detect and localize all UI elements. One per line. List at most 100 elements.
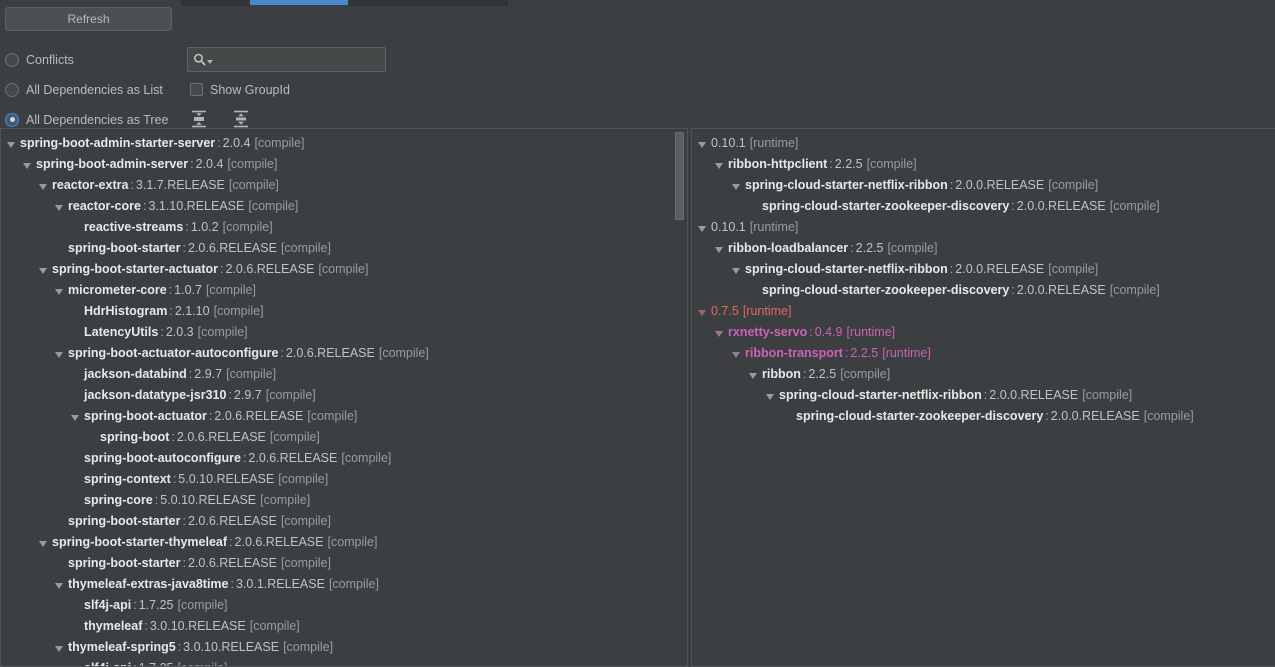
expand-triangle-icon[interactable] (23, 162, 31, 169)
tree-row[interactable]: spring-boot-starter : 2.0.6.RELEASE [comp… (1, 553, 687, 574)
tree-row[interactable]: spring-cloud-starter-netflix-ribbon : 2.… (692, 259, 1275, 280)
artifact-version: 0.10.1 (711, 220, 746, 234)
tree-row[interactable]: rxnetty-servo : 0.4.9 [runtime] (692, 322, 1275, 343)
radio-option-all-dependencies-as-tree[interactable]: All Dependencies as Tree (5, 109, 168, 130)
artifact-separator: : (168, 283, 173, 297)
left-tree-scrollbar-thumb[interactable] (675, 132, 684, 220)
tree-row[interactable]: spring-boot-autoconfigure : 2.0.6.RELEAS… (1, 448, 687, 469)
tree-row[interactable]: thymeleaf-extras-java8time : 3.0.1.RELEA… (1, 574, 687, 595)
expand-triangle-icon[interactable] (55, 582, 63, 589)
expand-triangle-icon[interactable] (55, 645, 63, 652)
artifact-version: 2.0.3 (165, 325, 194, 339)
expand-triangle-icon[interactable] (698, 141, 706, 148)
tree-row[interactable]: spring-boot-starter : 2.0.6.RELEASE [comp… (1, 238, 687, 259)
tree-row[interactable]: spring-context : 5.0.10.RELEASE [compile] (1, 469, 687, 490)
artifact-name: spring-cloud-starter-zookeeper-discovery (762, 199, 1010, 213)
tree-row[interactable]: 0.10.1 [runtime] (692, 217, 1275, 238)
expand-triangle-icon[interactable] (698, 309, 706, 316)
artifact-version: 2.0.6.RELEASE (187, 241, 277, 255)
artifact-scope: [runtime] (882, 346, 931, 360)
tree-row[interactable]: spring-cloud-starter-netflix-ribbon : 2.… (692, 385, 1275, 406)
expand-triangle-icon[interactable] (698, 225, 706, 232)
expand-triangle-icon[interactable] (732, 267, 740, 274)
tab-active-indicator[interactable] (250, 0, 348, 5)
search-icon (194, 53, 206, 66)
right-dependency-tree[interactable]: 0.10.1 [runtime] ribbon-httpclient : 2.2.5… (691, 128, 1275, 667)
tree-row[interactable]: spring-boot-starter-thymeleaf : 2.0.6.RE… (1, 532, 687, 553)
tree-row[interactable]: spring-boot-actuator-autoconfigure : 2.0… (1, 343, 687, 364)
tree-row[interactable]: spring-boot-starter-actuator : 2.0.6.REL… (1, 259, 687, 280)
tree-row[interactable]: spring-boot : 2.0.6.RELEASE [compile] (1, 427, 687, 448)
expand-all-icon[interactable] (188, 108, 210, 130)
expand-triangle-icon[interactable] (766, 393, 774, 400)
tree-row[interactable]: spring-core : 5.0.10.RELEASE [compile] (1, 490, 687, 511)
tree-row[interactable]: spring-boot-admin-starter-server : 2.0.4… (1, 133, 687, 154)
tree-row[interactable]: 0.10.1 [runtime] (692, 133, 1275, 154)
tree-row[interactable]: jackson-datatype-jsr310 : 2.9.7 [compile] (1, 385, 687, 406)
expand-triangle-icon[interactable] (715, 162, 723, 169)
tree-row[interactable]: thymeleaf-spring5 : 3.0.10.RELEASE [compi… (1, 637, 687, 658)
search-input[interactable] (217, 49, 385, 70)
artifact-name: spring-boot-admin-server (36, 157, 189, 171)
radio-mark-conflicts[interactable] (5, 52, 19, 67)
chevron-down-icon[interactable] (207, 59, 213, 64)
checkbox-show-groupid[interactable]: Show GroupId (190, 79, 290, 100)
artifact-separator: : (190, 157, 194, 171)
tree-row[interactable]: ribbon-loadbalancer : 2.2.5 [compile] (692, 238, 1275, 259)
expand-triangle-icon[interactable] (732, 351, 740, 358)
left-tree-vertical-scrollbar[interactable] (673, 130, 686, 666)
tree-row[interactable]: slf4j-api : 1.7.25[compile] (1, 595, 687, 616)
tree-row[interactable]: ribbon-httpclient : 2.2.5 [compile] (692, 154, 1275, 175)
expand-triangle-icon[interactable] (39, 540, 47, 547)
tree-row[interactable]: thymeleaf : 3.0.10.RELEASE [compile] (1, 616, 687, 637)
expand-triangle-icon[interactable] (7, 141, 15, 148)
search-field[interactable] (187, 47, 386, 72)
expand-triangle-icon[interactable] (71, 414, 79, 421)
radio-mark-all-dependencies-as-list[interactable] (5, 82, 19, 97)
artifact-name: ribbon (762, 367, 801, 381)
radio-option-all-dependencies-as-list[interactable]: All Dependencies as List (5, 79, 163, 100)
tree-row[interactable]: reactive-streams : 1.0.2 [compile] (1, 217, 687, 238)
expand-triangle-icon[interactable] (732, 183, 740, 190)
artifact-scope: [runtime] (742, 304, 792, 318)
checkbox-mark-show-groupid[interactable] (190, 83, 203, 96)
tree-row[interactable]: LatencyUtils : 2.0.3 [compile] (1, 322, 687, 343)
expand-triangle-icon[interactable] (55, 351, 63, 358)
expand-triangle-icon[interactable] (715, 330, 723, 337)
expand-triangle-icon[interactable] (715, 246, 723, 253)
artifact-version: 1.0.7 (174, 283, 202, 297)
tree-row[interactable]: slf4j-api : 1.7.25[compile] (1, 658, 687, 666)
tree-row[interactable]: ribbon-transport : 2.2.5 [runtime] (692, 343, 1275, 364)
tree-row[interactable]: spring-cloud-starter-zookeeper-discovery… (692, 406, 1275, 427)
artifact-scope: [compile] (1143, 409, 1194, 423)
left-dependency-tree[interactable]: spring-boot-admin-starter-server : 2.0.4… (0, 128, 688, 667)
artifact-scope: [runtime] (749, 136, 799, 150)
artifact-scope: [compile] (327, 535, 378, 549)
tree-row[interactable]: spring-cloud-starter-netflix-ribbon : 2.… (692, 175, 1275, 196)
radio-mark-all-dependencies-as-tree[interactable] (5, 112, 19, 127)
tree-row[interactable]: spring-cloud-starter-zookeeper-discovery… (692, 280, 1275, 301)
expand-triangle-icon[interactable] (749, 372, 757, 379)
artifact-separator: : (844, 346, 849, 360)
tree-row[interactable]: spring-cloud-starter-zookeeper-discovery… (692, 196, 1275, 217)
tree-row[interactable]: reactor-core : 3.1.10.RELEASE [compile] (1, 196, 687, 217)
tree-row[interactable]: micrometer-core : 1.0.7 [compile] (1, 280, 687, 301)
expand-triangle-icon[interactable] (39, 267, 47, 274)
tree-row[interactable]: HdrHistogram : 2.1.10 [compile] (1, 301, 687, 322)
tree-row[interactable]: jackson-databind : 2.9.7 [compile] (1, 364, 687, 385)
artifact-name: spring-cloud-starter-zookeeper-discovery (796, 409, 1044, 423)
tree-row[interactable]: spring-boot-actuator : 2.0.6.RELEASE [com… (1, 406, 687, 427)
tree-row[interactable]: spring-boot-starter : 2.0.6.RELEASE [comp… (1, 511, 687, 532)
tree-row[interactable]: reactor-extra : 3.1.7.RELEASE [compile] (1, 175, 687, 196)
tree-row[interactable]: spring-boot-admin-server : 2.0.4 [compile… (1, 154, 687, 175)
tree-row[interactable]: ribbon : 2.2.5 [compile] (692, 364, 1275, 385)
artifact-version: 2.0.6.RELEASE (285, 346, 375, 360)
radio-option-conflicts[interactable]: Conflicts (5, 49, 74, 70)
collapse-all-icon[interactable] (230, 108, 252, 130)
tree-row[interactable]: 0.7.5 [runtime] (692, 301, 1275, 322)
refresh-button[interactable]: Refresh (5, 7, 172, 31)
artifact-separator: : (1045, 409, 1049, 423)
expand-triangle-icon[interactable] (39, 183, 47, 190)
expand-triangle-icon[interactable] (55, 288, 63, 295)
expand-triangle-icon[interactable] (55, 204, 63, 211)
